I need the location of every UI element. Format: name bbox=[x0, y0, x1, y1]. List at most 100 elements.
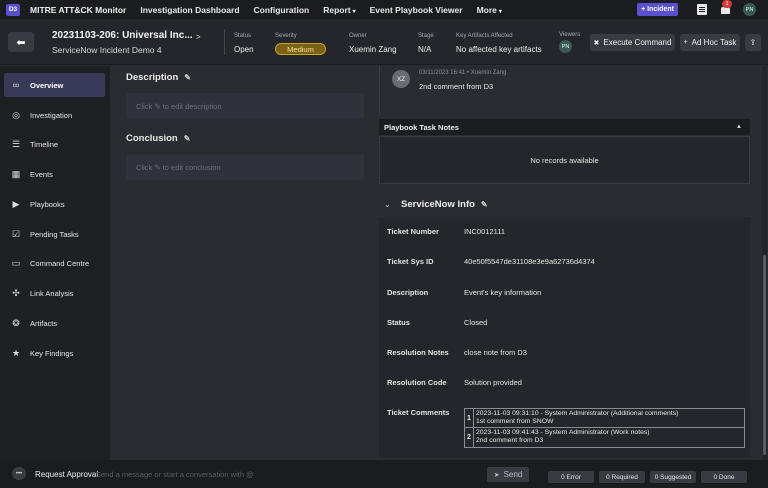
request-approval-button[interactable]: Request Approval bbox=[35, 470, 98, 479]
comment-cell: 2023-11-03 09:41:43 - System Administrat… bbox=[476, 429, 650, 444]
sidebar-item-command-centre[interactable]: ▭ Command Centre bbox=[4, 251, 105, 275]
sidebar-item-link-analysis[interactable]: ✣ Link Analysis bbox=[4, 281, 105, 305]
nav-more[interactable]: More ▾ bbox=[477, 5, 502, 15]
scrollbar-thumb[interactable] bbox=[763, 255, 766, 455]
chat-icon[interactable]: ••• bbox=[12, 467, 26, 480]
table-row: 2 2023-11-03 09:41:43 - System Administr… bbox=[465, 428, 744, 447]
export-icon[interactable]: ⇪ bbox=[745, 34, 761, 51]
ticket-comments-label: Ticket Comments bbox=[387, 408, 450, 417]
nav-configuration[interactable]: Configuration bbox=[254, 5, 310, 15]
add-incident-button[interactable]: + Incident bbox=[637, 3, 678, 16]
collapse-triangle-icon[interactable]: ▲ bbox=[736, 124, 742, 130]
comment-text: 2nd comment from D3 bbox=[419, 82, 494, 91]
back-button[interactable]: ⬅ bbox=[8, 32, 34, 52]
d3-logo[interactable]: D3 bbox=[6, 3, 20, 16]
description-heading: Description ✎ bbox=[126, 72, 191, 83]
description-value: Event's key information bbox=[464, 288, 542, 297]
checklist-icon: ☑ bbox=[11, 228, 21, 239]
suggested-count-badge[interactable]: 0 Suggested bbox=[650, 471, 696, 483]
sidebar-item-key-findings[interactable]: ★ Key Findings bbox=[4, 341, 105, 365]
notification-badge: 1 bbox=[722, 0, 732, 8]
bottom-bar: ••• Request Approval ➤Send 0 Error 0 Req… bbox=[0, 460, 768, 488]
command-icon: ✖ bbox=[593, 39, 600, 47]
comment-avatar: XZ bbox=[392, 70, 410, 88]
status-label: Status bbox=[234, 33, 252, 39]
incident-subtitle: ServiceNow Incident Demo 4 bbox=[52, 45, 162, 55]
owner-label: Owner bbox=[349, 33, 367, 39]
ticket-sys-id-value: 40e50f5547de31108e3e9a62736d4374 bbox=[464, 257, 595, 266]
viewer-avatar[interactable]: PN bbox=[559, 40, 572, 53]
sidebar: ∞ Overview ◎ Investigation ☰ Timeline ▦ Even… bbox=[0, 66, 110, 460]
table-row: 1 2023-11-03 09:31:10 - System Administr… bbox=[465, 409, 744, 428]
pencil-icon[interactable]: ✎ bbox=[184, 73, 191, 82]
done-count-badge[interactable]: 0 Done bbox=[701, 471, 747, 483]
star-icon: ★ bbox=[11, 347, 21, 358]
chevron-down-icon[interactable]: ⌄ bbox=[384, 200, 391, 209]
ad-hoc-task-button[interactable]: + Ad Hoc Task bbox=[680, 34, 740, 51]
sidebar-item-artifacts[interactable]: ❂ Artifacts bbox=[4, 311, 105, 335]
incident-header: ⬅ 20231103-206: Universal Inc... Service… bbox=[0, 19, 768, 65]
conclusion-editor[interactable]: Click ✎ to edit conclusion bbox=[126, 154, 364, 180]
resolution-notes-value: close note from D3 bbox=[464, 348, 527, 357]
viewers-label: Viewers bbox=[559, 32, 581, 38]
resolution-code-label: Resolution Code bbox=[387, 378, 447, 387]
fingerprint-icon: ❂ bbox=[12, 317, 20, 328]
share-icon[interactable]: < bbox=[196, 32, 201, 41]
error-count-badge[interactable]: 0 Error bbox=[548, 471, 594, 483]
user-avatar[interactable]: PN bbox=[743, 3, 756, 16]
sidebar-item-timeline[interactable]: ☰ Timeline bbox=[4, 132, 105, 156]
playbook-icon: ▶ bbox=[12, 198, 20, 209]
sidebar-item-playbooks[interactable]: ▶ Playbooks bbox=[4, 192, 105, 216]
comment-cell: 2023-11-03 09:31:10 - System Administrat… bbox=[476, 410, 679, 425]
resolution-code-value: Solution provided bbox=[464, 378, 522, 387]
pencil-icon[interactable]: ✎ bbox=[481, 200, 488, 209]
row-number: 1 bbox=[465, 409, 474, 427]
nav-event-playbook-viewer[interactable]: Event Playbook Viewer bbox=[370, 5, 463, 15]
execute-command-button[interactable]: ✖ Execute Command bbox=[590, 34, 675, 51]
stage-label: Stage bbox=[418, 33, 434, 39]
pencil-icon[interactable]: ✎ bbox=[184, 134, 191, 143]
sidebar-item-pending-tasks[interactable]: ☑ Pending Tasks bbox=[4, 222, 105, 246]
playbook-task-notes-header[interactable]: Playbook Task Notes ▲ bbox=[379, 119, 750, 135]
ticket-number-label: Ticket Number bbox=[387, 227, 439, 236]
description-editor[interactable]: Click ✎ to edit description bbox=[126, 93, 364, 119]
severity-badge: Medium bbox=[275, 43, 326, 55]
sidebar-item-investigation[interactable]: ◎ Investigation bbox=[4, 103, 105, 127]
incident-title: 20231103-206: Universal Inc... bbox=[52, 30, 193, 41]
app-brand[interactable]: MITRE ATT&CK Monitor bbox=[30, 5, 126, 15]
stage-value: N/A bbox=[418, 45, 432, 54]
servicenow-info-heading: ServiceNow Info ✎ bbox=[401, 199, 488, 210]
calendar-icon: ▦ bbox=[11, 168, 21, 179]
plus-icon: + bbox=[683, 39, 688, 46]
resolution-notes-label: Resolution Notes bbox=[387, 348, 449, 357]
ticket-comments-table: 1 2023-11-03 09:31:10 - System Administr… bbox=[464, 408, 745, 448]
timeline-icon: ☰ bbox=[11, 138, 21, 149]
nav-report[interactable]: Report ▾ bbox=[323, 5, 355, 15]
key-artifacts-label: Key Artifacts Affected bbox=[456, 33, 513, 39]
description-label: Description bbox=[387, 288, 429, 297]
sidebar-item-overview[interactable]: ∞ Overview bbox=[4, 73, 105, 97]
binoculars-icon: ∞ bbox=[12, 80, 20, 90]
status-value: Open bbox=[234, 45, 254, 54]
severity-label: Severity bbox=[275, 33, 297, 39]
conclusion-heading: Conclusion ✎ bbox=[126, 133, 191, 144]
chevron-down-icon: ▾ bbox=[352, 8, 356, 15]
sidebar-item-events[interactable]: ▦ Events bbox=[4, 162, 105, 186]
target-icon: ◎ bbox=[12, 109, 20, 120]
owner-value: Xuemin Zang bbox=[349, 45, 397, 54]
playbook-task-notes-empty: No records available bbox=[379, 136, 750, 184]
terminal-icon: ▭ bbox=[11, 257, 21, 268]
ticket-number-value: INC0012111 bbox=[464, 227, 506, 236]
send-button[interactable]: ➤ Send bbox=[487, 467, 529, 482]
required-count-badge[interactable]: 0 Required bbox=[599, 471, 645, 483]
divider bbox=[224, 29, 225, 55]
status-row-value: Closed bbox=[464, 318, 488, 327]
message-input[interactable] bbox=[96, 466, 476, 482]
chevron-down-icon: ▾ bbox=[498, 8, 502, 15]
ticket-sys-id-label: Ticket Sys ID bbox=[387, 257, 434, 266]
network-icon: ✣ bbox=[12, 287, 20, 298]
nav-investigation-dashboard[interactable]: Investigation Dashboard bbox=[140, 5, 239, 15]
document-icon[interactable] bbox=[697, 4, 707, 15]
send-icon: ➤ bbox=[493, 471, 500, 479]
key-artifacts-value: No affected key artifacts bbox=[456, 45, 542, 54]
